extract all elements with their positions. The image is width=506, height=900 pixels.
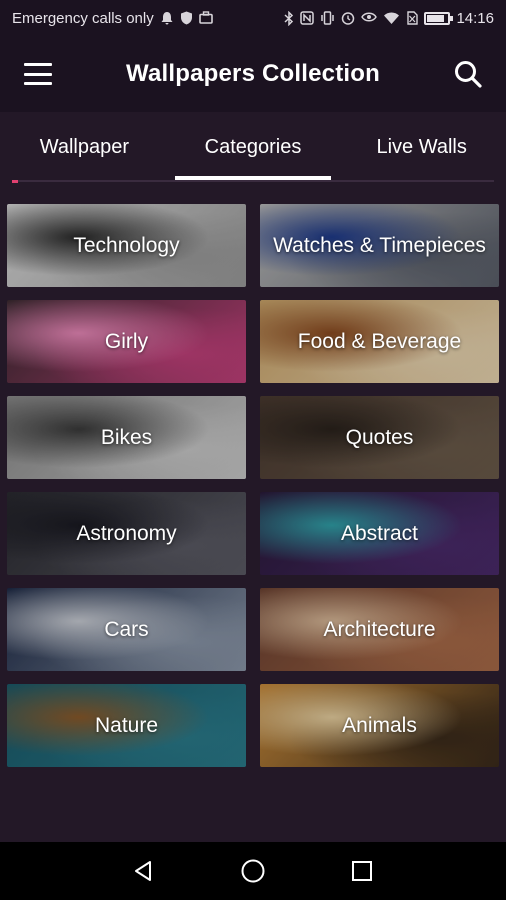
category-label: Abstract <box>340 521 419 545</box>
status-bar: Emergency calls only 14:16 <box>0 0 506 36</box>
shield-icon <box>180 11 192 25</box>
category-tile[interactable]: Abstract <box>260 492 499 575</box>
status-right-icons <box>284 10 419 26</box>
category-label: Nature <box>94 713 159 737</box>
category-label: Watches & Timepieces <box>273 233 486 257</box>
alarm-icon <box>342 11 355 25</box>
category-label: Girly <box>104 329 149 353</box>
category-tile[interactable]: Animals <box>260 684 499 767</box>
status-left: Emergency calls only <box>12 10 213 27</box>
category-tile[interactable]: Bikes <box>7 396 246 479</box>
category-tile[interactable]: Cars <box>7 588 246 671</box>
home-button[interactable] <box>231 849 275 893</box>
tab-scroll-track <box>12 180 494 182</box>
search-button[interactable] <box>430 36 506 112</box>
category-label: Technology <box>73 233 180 257</box>
category-tile[interactable]: Nature <box>7 684 246 767</box>
tab-scroll-indicator <box>12 180 18 183</box>
nfc-icon <box>300 10 315 25</box>
bell-icon <box>161 12 173 25</box>
status-right: 14:16 <box>284 10 494 27</box>
carrier-text: Emergency calls only <box>12 9 154 27</box>
status-left-icons <box>160 11 213 25</box>
home-circle-icon <box>241 859 265 883</box>
category-tile[interactable]: Technology <box>7 204 246 287</box>
battery-icon <box>424 11 454 25</box>
clock: 14:16 <box>456 9 494 27</box>
category-label: Bikes <box>100 425 153 449</box>
category-label: Cars <box>104 617 149 641</box>
search-icon <box>455 61 482 88</box>
vibrate-icon <box>321 10 335 25</box>
menu-button[interactable] <box>0 36 76 112</box>
category-tile[interactable]: Girly <box>7 300 246 383</box>
hamburger-icon <box>24 63 52 85</box>
no-sim-icon <box>407 10 419 25</box>
categories-panel: Technology Watches & Timepieces Girly Food … <box>0 192 506 842</box>
wifi-icon <box>384 12 400 24</box>
category-label: Quotes <box>345 425 414 449</box>
recents-square-icon <box>351 861 372 881</box>
category-label: Astronomy <box>76 521 177 545</box>
category-label: Food & Beverage <box>297 329 462 353</box>
category-tile[interactable]: Architecture <box>260 588 499 671</box>
app-title: Wallpapers Collection <box>125 60 381 87</box>
navigation-bar <box>0 842 506 900</box>
category-label: Animals <box>342 713 417 737</box>
category-label: Architecture <box>323 617 436 641</box>
app-bar: Wallpapers Collection <box>0 36 506 112</box>
briefcase-icon <box>198 11 213 24</box>
eye-icon <box>361 12 378 21</box>
category-grid: Technology Watches & Timepieces Girly Food … <box>7 204 500 767</box>
back-triangle-icon <box>135 861 152 881</box>
category-tile[interactable]: Food & Beverage <box>260 300 499 383</box>
category-tile[interactable]: Watches & Timepieces <box>260 204 499 287</box>
battery-level <box>427 14 445 22</box>
bluetooth-icon <box>284 10 294 26</box>
recents-button[interactable] <box>340 849 384 893</box>
back-button[interactable] <box>122 849 166 893</box>
category-tile[interactable]: Quotes <box>260 396 499 479</box>
category-tile[interactable]: Astronomy <box>7 492 246 575</box>
